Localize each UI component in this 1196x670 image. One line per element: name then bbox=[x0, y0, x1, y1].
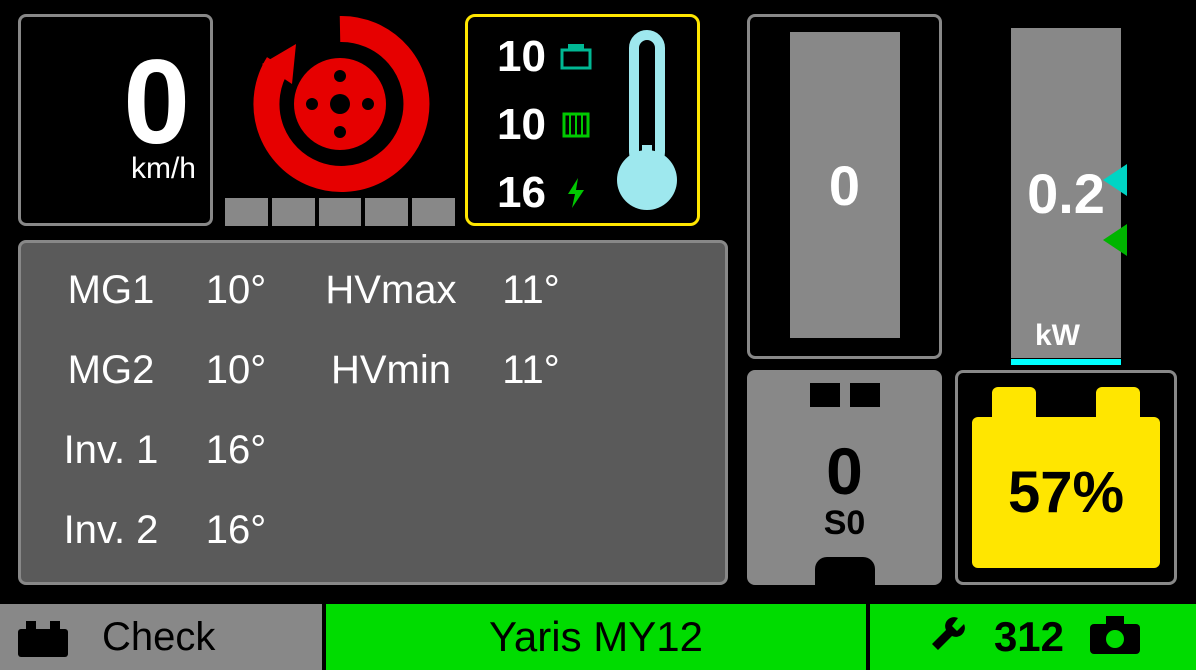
check-button[interactable]: Check bbox=[0, 604, 322, 670]
inv2-value: 16° bbox=[171, 508, 301, 553]
mg2-value: 10° bbox=[171, 348, 301, 393]
engine-block-icon bbox=[750, 373, 939, 423]
speed-unit: km/h bbox=[21, 152, 210, 186]
hvmax-label: HVmax bbox=[301, 268, 481, 313]
inv2-label: Inv. 2 bbox=[51, 508, 171, 553]
engine-rpm-value: 0 bbox=[826, 438, 863, 504]
engine-state-label: S0 bbox=[824, 504, 866, 543]
gauge-baseline bbox=[1011, 359, 1121, 365]
marker-teal-icon bbox=[1103, 164, 1127, 196]
brake-panel[interactable] bbox=[225, 14, 455, 226]
brake-level-bar bbox=[225, 198, 455, 226]
hvmax-value: 11° bbox=[481, 268, 581, 313]
thermometer-icon bbox=[596, 17, 697, 223]
inv1-label: Inv. 1 bbox=[51, 428, 171, 473]
check-label: Check bbox=[102, 615, 215, 660]
battery-terminal-icon bbox=[1096, 387, 1140, 417]
temperature-panel[interactable]: 10 10 16 bbox=[465, 14, 700, 226]
mg1-value: 10° bbox=[171, 268, 301, 313]
marker-green-icon bbox=[1103, 224, 1127, 256]
engine-temp-value: 10 bbox=[486, 32, 546, 82]
battery-terminal-icon bbox=[992, 387, 1036, 417]
power-gauge-right[interactable]: 0.2 kW bbox=[955, 14, 1177, 359]
battery-cell-icon bbox=[556, 105, 596, 145]
stat-value: 312 bbox=[994, 613, 1064, 661]
kw-unit-label: kW bbox=[1035, 319, 1080, 353]
battery-soc-value: 57% bbox=[1008, 459, 1124, 526]
bottom-bar: Check Yaris MY12 312 bbox=[0, 604, 1196, 670]
hvmin-label: HVmin bbox=[301, 348, 481, 393]
battery-small-icon bbox=[14, 617, 72, 657]
brake-disc-icon bbox=[225, 14, 455, 194]
engine-status-panel[interactable]: 0 S0 bbox=[747, 370, 942, 585]
tools-button[interactable]: 312 bbox=[870, 604, 1196, 670]
speed-value: 0 bbox=[21, 17, 210, 162]
temperatures-table[interactable]: MG1 10° HVmax 11° MG2 10° HVmin 11° Inv.… bbox=[18, 240, 728, 585]
battery-temp-value: 10 bbox=[486, 100, 546, 150]
mg2-label: MG2 bbox=[51, 348, 171, 393]
inverter-temp-value: 16 bbox=[486, 168, 546, 218]
vehicle-model-button[interactable]: Yaris MY12 bbox=[326, 604, 866, 670]
inv1-value: 16° bbox=[171, 428, 301, 473]
hvmin-value: 11° bbox=[481, 348, 581, 393]
power-gauge-left-value: 0 bbox=[829, 153, 860, 218]
camera-icon[interactable] bbox=[1088, 614, 1142, 661]
wrench-icon bbox=[924, 612, 970, 663]
engine-icon bbox=[556, 37, 596, 77]
power-gauge-right-value: 0.2 bbox=[1027, 161, 1105, 226]
mg1-label: MG1 bbox=[51, 268, 171, 313]
power-gauge-left[interactable]: 0 bbox=[747, 14, 942, 359]
battery-soc-panel[interactable]: 57% bbox=[955, 370, 1177, 585]
speed-panel[interactable]: 0 km/h bbox=[18, 14, 213, 226]
bolt-icon bbox=[556, 173, 596, 213]
vehicle-model-label: Yaris MY12 bbox=[489, 613, 703, 661]
